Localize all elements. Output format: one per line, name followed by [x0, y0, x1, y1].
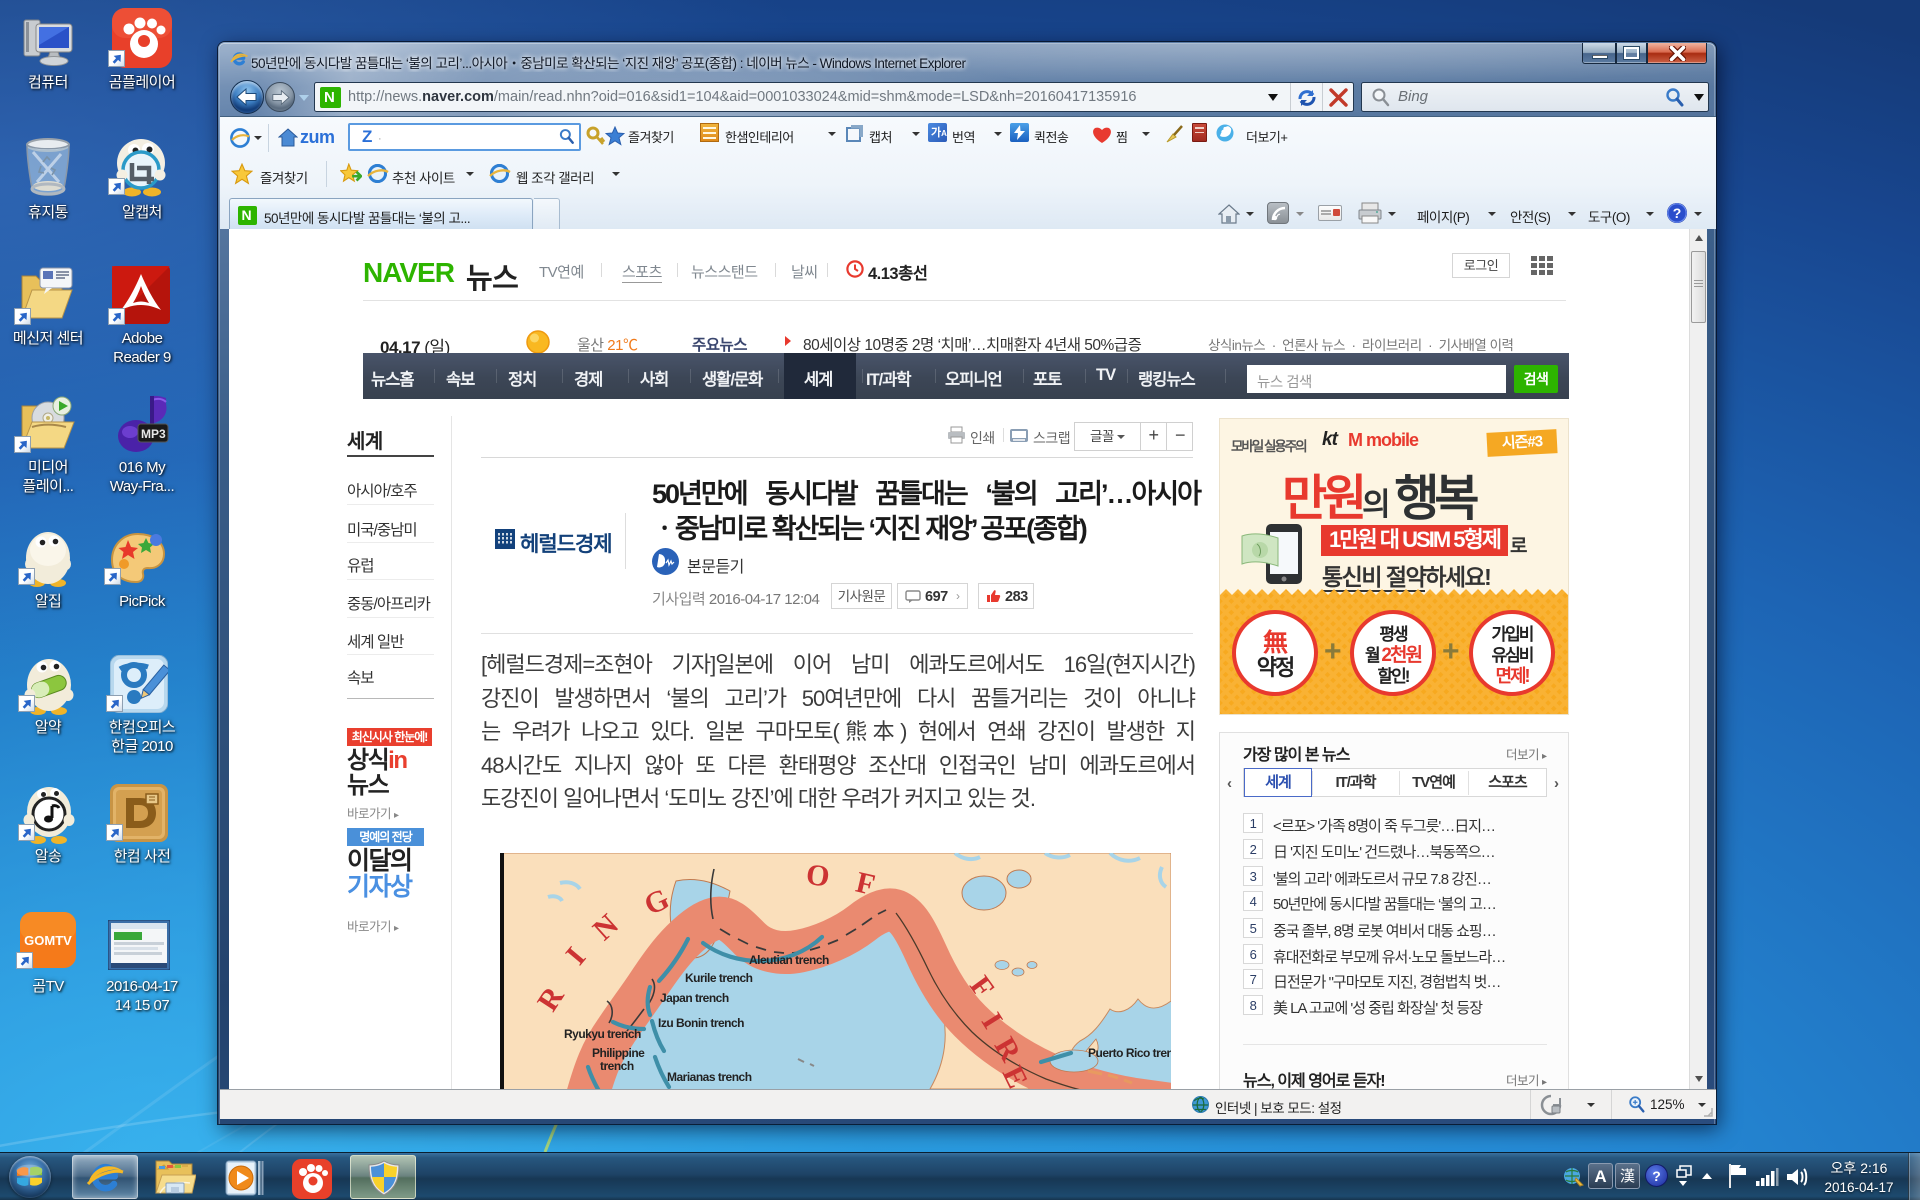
svg-text:MP3: MP3: [141, 427, 166, 441]
svg-text:Izu Bonin trench: Izu Bonin trench: [658, 1016, 744, 1030]
svg-text:Kurile trench: Kurile trench: [685, 971, 753, 985]
svg-text:Japan trench: Japan trench: [660, 991, 729, 1005]
svg-text:Marianas trench: Marianas trench: [667, 1070, 752, 1084]
svg-text:Philippine: Philippine: [592, 1046, 645, 1060]
svg-text:O: O: [804, 858, 831, 894]
svg-text:GOMTV: GOMTV: [24, 933, 72, 948]
svg-text:Aleutian trench: Aleutian trench: [749, 953, 829, 967]
svg-text:Ryukyu trench: Ryukyu trench: [564, 1027, 641, 1041]
svg-text:trench: trench: [600, 1059, 634, 1073]
svg-text:Puerto Rico trench: Puerto Rico trench: [1088, 1046, 1171, 1060]
svg-text:?: ?: [1673, 205, 1682, 221]
